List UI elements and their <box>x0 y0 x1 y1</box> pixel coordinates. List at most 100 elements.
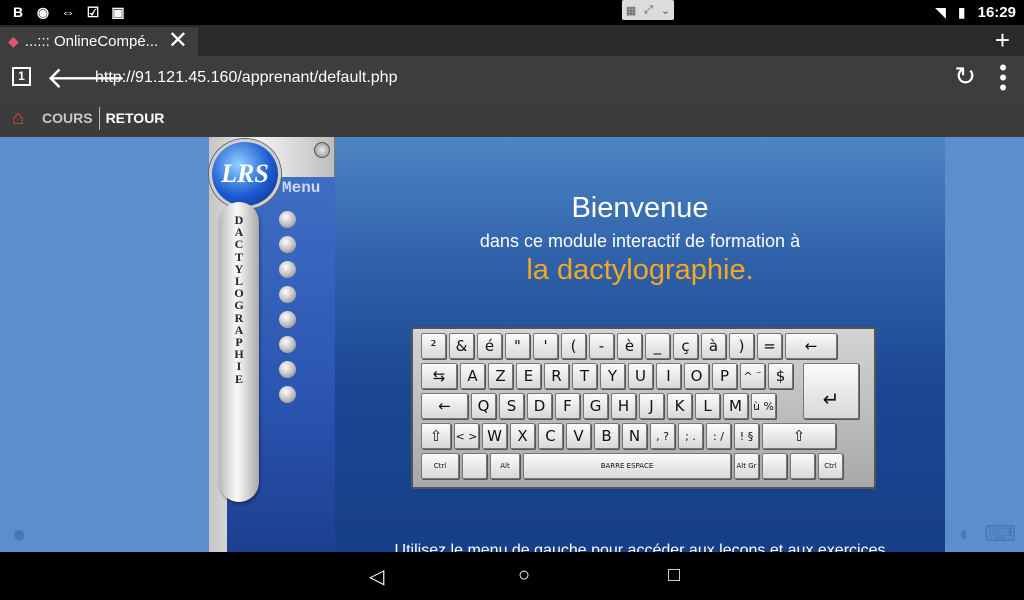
keyboard-row: ← Q S D F G H J K L Mù % <box>421 393 866 419</box>
menu-bullet-button[interactable] <box>279 311 296 328</box>
briefcase-icon: ▣ <box>111 3 125 20</box>
battery-icon: ▮ <box>957 4 966 20</box>
home-circle-icon[interactable]: ○ <box>518 564 530 587</box>
keyboard-key: T <box>572 363 597 389</box>
keyboard-key: ; . <box>678 423 703 449</box>
page-content: LRS DACTYLOGRAPHIE Menu Bienvenue dans c… <box>0 137 1024 552</box>
menu-bullet-button[interactable] <box>279 261 296 278</box>
vertical-title-letter: G <box>234 298 244 313</box>
logo: LRS <box>209 139 281 209</box>
keyboard-key: é <box>477 333 502 359</box>
tab-title: ...::: OnlineCompé... <box>24 33 159 50</box>
status-time: 16:29 <box>977 4 1016 21</box>
screw-icon <box>314 142 330 158</box>
keyboard-key: I <box>656 363 681 389</box>
keyboard-key: B <box>594 423 619 449</box>
keyboard-key: Alt Gr <box>734 453 759 479</box>
favicon-icon: ◆ <box>8 33 19 49</box>
keyboard-key: ⇆ <box>421 363 457 389</box>
keyboard-key: Z <box>488 363 513 389</box>
grid-icon: ▦ <box>625 4 637 17</box>
browser-tab[interactable]: ◆ ...::: OnlineCompé... ✕ <box>0 27 198 56</box>
close-tab-icon[interactable]: ✕ <box>168 28 188 54</box>
keyboard-key: ! § <box>734 423 759 449</box>
system-nav-bar: ◁ ○ □ <box>0 552 1024 600</box>
keyboard-key: C <box>538 423 563 449</box>
keyboard-key: ) <box>729 333 754 359</box>
overflow-menu-icon[interactable]: • • • <box>999 57 1007 99</box>
wifi-icon: ◥ <box>935 4 946 20</box>
status-bar: B ◉ ⇔ ☑ ▣ ▦ ⤢ ⌄ ◥ ▮ 16:29 <box>0 0 1024 25</box>
teamviewer-icon: ⇔ <box>61 4 75 20</box>
menu-bullet-button[interactable] <box>279 236 296 253</box>
browser-tab-bar: ◆ ...::: OnlineCompé... ✕ + <box>0 25 1024 56</box>
keyboard-key: S <box>499 393 524 419</box>
checklist-icon: ☑ <box>86 3 100 20</box>
nav-retour[interactable]: RETOUR <box>100 107 171 130</box>
keyboard-key: ^ ¨ <box>740 363 765 389</box>
browser-url-bar: 1 🡐 http://91.121.45.160/apprenant/defau… <box>0 56 1024 100</box>
recents-square-icon[interactable]: □ <box>668 564 680 587</box>
eye-icon: ◉ <box>36 3 50 20</box>
tab-switcher-button[interactable]: 1 <box>12 67 31 86</box>
back-triangle-icon[interactable]: ◁ <box>369 564 384 589</box>
reload-icon[interactable]: ↻ <box>954 61 976 92</box>
keyboard-key <box>462 453 487 479</box>
nav-cours[interactable]: COURS <box>36 107 100 130</box>
new-tab-icon[interactable]: + <box>995 25 1010 55</box>
status-right: ◥ ▮ 16:29 <box>935 4 1016 21</box>
menu-bullet-button[interactable] <box>279 386 296 403</box>
keyboard-key: ù % <box>751 393 776 419</box>
keyboard-key: , ? <box>650 423 675 449</box>
keyboard-key: ² <box>421 333 446 359</box>
keyboard-key: ⇧ <box>762 423 836 449</box>
keyboard-key: à <box>701 333 726 359</box>
welcome-subtitle: dans ce module interactif de formation à <box>479 231 801 251</box>
mouse-icon: ● <box>12 521 27 548</box>
status-left-icons: B ◉ ⇔ ☑ ▣ <box>10 3 126 21</box>
welcome-heading: Bienvenue <box>571 192 709 224</box>
keyboard-row: ⇧ < > W X C V B N, ?; .: /! § ⇧ <box>421 423 866 449</box>
vertical-title: DACTYLOGRAPHIE <box>219 202 259 502</box>
keyboard-key: Ctrl <box>818 453 843 479</box>
keyboard-key: $ <box>768 363 793 389</box>
keyboard-key: < > <box>454 423 479 449</box>
welcome-highlight: la dactylographie. <box>526 254 754 286</box>
keyboard-key: ← <box>421 393 468 419</box>
menu-bullet-button[interactable] <box>279 336 296 353</box>
menu-bullets <box>279 211 296 411</box>
keyboard-icon: ⌨ <box>984 521 1016 546</box>
gamepad-icon: ◐ <box>958 521 973 546</box>
keyboard-row: ⇆ A Z E R T Y U I O P ^ ¨ $ <box>421 363 866 389</box>
vertical-title-letter: R <box>234 310 244 325</box>
vertical-title-letter: I <box>236 359 242 374</box>
keyboard-key: BARRE ESPACE <box>523 453 731 479</box>
keyboard-key: L <box>695 393 720 419</box>
expand-icon: ⤢ <box>644 3 653 16</box>
home-icon[interactable]: ⌂ <box>0 100 36 137</box>
vertical-title-letter: C <box>234 237 244 252</box>
keyboard-key: Y <box>600 363 625 389</box>
keyboard-key: W <box>482 423 507 449</box>
menu-bullet-button[interactable] <box>279 211 296 228</box>
keyboard-key: è <box>617 333 642 359</box>
keyboard-key: D <box>527 393 552 419</box>
keyboard-key: _ <box>645 333 670 359</box>
keyboard-key: M <box>723 393 748 419</box>
address-field[interactable]: http://91.121.45.160/apprenant/default.p… <box>95 69 397 87</box>
site-nav: ⌂ COURS RETOUR <box>0 100 1024 137</box>
keyboard-key: P <box>712 363 737 389</box>
keyboard-key: & <box>449 333 474 359</box>
vertical-title-letter: T <box>234 249 243 264</box>
keyboard-row: Ctrl Alt BARRE ESPACE Alt Gr Ctrl <box>421 453 866 479</box>
keyboard-key: H <box>611 393 636 419</box>
keyboard-key: ( <box>561 333 586 359</box>
enter-key: ↵ <box>803 363 859 419</box>
corner-icons: ◐ ⌨ <box>959 521 1016 547</box>
menu-bullet-button[interactable] <box>279 361 296 378</box>
menu-bullet-button[interactable] <box>279 286 296 303</box>
keyboard-key: R <box>544 363 569 389</box>
keyboard-key <box>790 453 815 479</box>
menu-label: Menu <box>282 179 321 197</box>
keyboard-key: U <box>628 363 653 389</box>
